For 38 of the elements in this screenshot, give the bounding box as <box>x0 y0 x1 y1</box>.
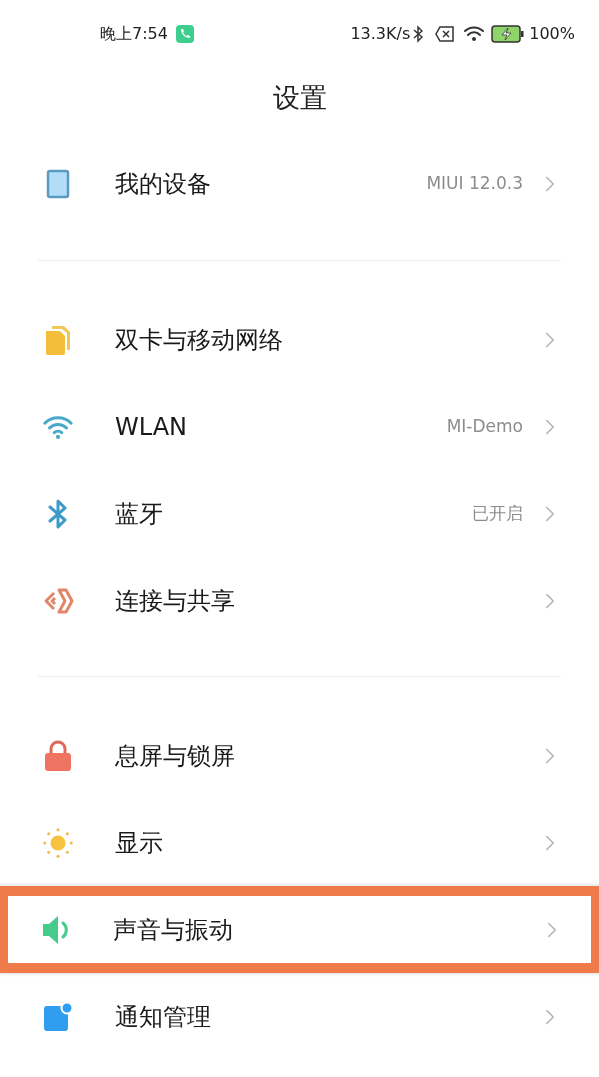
setting-label: 息屏与锁屏 <box>115 740 235 772</box>
setting-value: 已开启 <box>472 501 523 525</box>
no-sim-icon <box>435 26 456 42</box>
settings-row[interactable]: 显示 <box>0 799 599 886</box>
tablet-icon <box>46 168 70 199</box>
setting-label: 声音与振动 <box>113 914 233 946</box>
wifi-icon <box>463 26 486 42</box>
network-speed: 13.3K/s <box>350 23 411 45</box>
settings-row[interactable]: 我的设备 MIUI 12.0.3 <box>0 140 599 227</box>
bluetooth-icon <box>413 25 424 43</box>
settings-row[interactable]: 连接与共享 <box>0 557 599 644</box>
setting-label: WLAN <box>115 411 188 443</box>
setting-value: MIUI 12.0.3 <box>426 171 523 195</box>
sim-cards-icon <box>44 324 72 355</box>
page-title: 设置 <box>272 80 327 115</box>
battery-charging-icon <box>491 25 526 43</box>
setting-label: 我的设备 <box>115 168 211 200</box>
setting-label: 通知管理 <box>115 1001 211 1033</box>
settings-row[interactable]: 声音与振动 <box>0 886 599 973</box>
settings-row[interactable]: 通知管理 <box>0 973 599 1060</box>
setting-value: MI-Demo <box>446 414 523 438</box>
status-time: 晚上7:54 <box>100 23 168 45</box>
setting-label: 显示 <box>115 827 163 859</box>
setting-label: 蓝牙 <box>115 498 163 530</box>
phone-call-icon <box>175 25 194 43</box>
sun-icon <box>42 825 74 860</box>
connection-icon <box>42 586 74 615</box>
speaker-icon <box>41 913 71 946</box>
settings-row[interactable]: 息屏与锁屏 <box>0 712 599 799</box>
settings-row[interactable]: WLAN MI-Demo <box>0 383 599 470</box>
wifi-icon <box>42 413 74 440</box>
settings-row[interactable]: 蓝牙 已开启 <box>0 470 599 557</box>
notification-icon <box>43 1001 73 1032</box>
lock-icon <box>43 739 73 772</box>
settings-row[interactable]: 双卡与移动网络 <box>0 296 599 383</box>
setting-label: 双卡与移动网络 <box>115 324 283 356</box>
battery-level: 100% <box>529 23 575 45</box>
setting-label: 连接与共享 <box>115 585 235 617</box>
